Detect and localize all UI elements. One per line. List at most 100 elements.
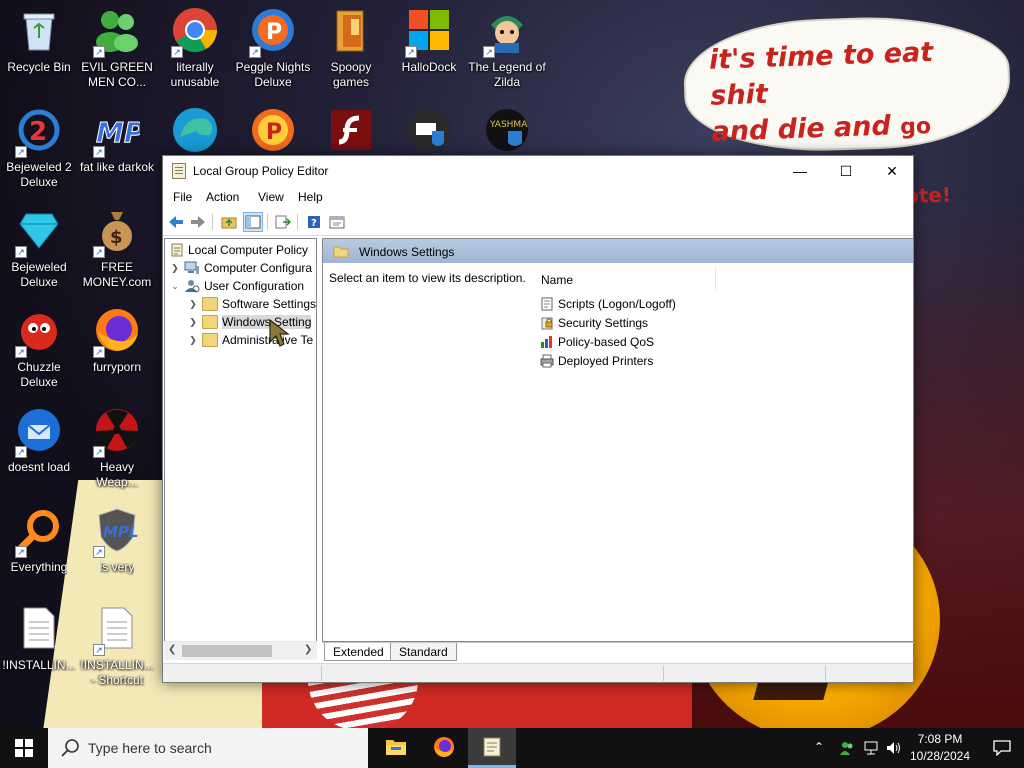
search-placeholder: Type here to search [88, 740, 212, 756]
back-arrow-icon[interactable] [166, 212, 186, 232]
desktop-icon-legend-of-zilda[interactable]: ↗ The Legend of Zilda [468, 0, 546, 92]
desktop-icon-doesnt-load[interactable]: ↗ doesnt load [0, 400, 78, 492]
volume-icon[interactable] [884, 739, 902, 757]
taskbar-search-box[interactable]: Type here to search [48, 728, 368, 768]
help-icon[interactable]: ? [304, 212, 324, 232]
scroll-right-icon[interactable]: ❯ [304, 644, 312, 655]
column-header-name[interactable]: Name [541, 273, 573, 287]
maximize-button[interactable]: ☐ [823, 156, 869, 186]
scroll-thumb[interactable] [182, 645, 272, 657]
chrome-icon: ↗ [171, 6, 219, 58]
network-icon[interactable] [862, 739, 880, 757]
chevron-right-icon[interactable]: ❯ [187, 295, 199, 313]
taskbar-firefox[interactable] [420, 728, 468, 768]
desktop-icon-recycle-bin[interactable]: Recycle Bin [0, 0, 78, 92]
desktop-icon-installing-shortcut[interactable]: ↗ !INSTALLIN... - Shortcut [78, 598, 156, 690]
yashma-logo-text: YASHMA [489, 120, 528, 130]
detail-header-title: Windows Settings [359, 245, 455, 259]
chevron-right-icon[interactable]: ❯ [187, 331, 199, 349]
notification-center-button[interactable] [980, 728, 1024, 768]
desktop-icon-peggle-nights[interactable]: P ↗ Peggle Nights Deluxe [234, 0, 312, 92]
list-item-security-settings[interactable]: Security Settings [540, 313, 648, 332]
detail-pane[interactable]: Windows Settings Select an item to view … [322, 238, 914, 642]
list-item-scripts[interactable]: Scripts (Logon/Logoff) [540, 294, 676, 313]
list-item-deployed-printers[interactable]: Deployed Printers [540, 351, 653, 370]
tree-label: User Configuration [204, 279, 305, 293]
desktop-icon-hallodock[interactable]: ↗ HalloDock [390, 0, 468, 92]
desktop-icon-evil-green-men[interactable]: ↗ EVIL GREEN MEN CO... [78, 0, 156, 92]
start-button[interactable] [0, 728, 48, 768]
desktop-icon-chuzzle[interactable]: ↗ Chuzzle Deluxe [0, 300, 78, 392]
clock-date: 10/28/2024 [909, 749, 971, 763]
desktop-icon-label: !INSTALLIN... - Shortcut [80, 658, 154, 687]
minimize-button[interactable]: — [777, 156, 823, 186]
chevron-right-icon[interactable]: ❯ [169, 259, 181, 277]
group-policy-editor-window[interactable]: Local Group Policy Editor — ☐ ✕ File Act… [162, 155, 914, 683]
tree-pane[interactable]: Local Computer Policy ❯ Computer Configu… [164, 238, 317, 660]
desktop-icon-label: Recycle Bin [7, 60, 71, 74]
title-bar[interactable]: Local Group Policy Editor — ☐ ✕ [163, 156, 913, 186]
chevron-up-icon[interactable]: ⌃ [814, 740, 824, 754]
desktop-icon-literally-unusable[interactable]: ↗ literally unusable [156, 0, 234, 92]
list-item-policy-based-qos[interactable]: Policy-based QoS [540, 332, 654, 351]
chevron-down-icon[interactable]: ⌄ [169, 277, 181, 295]
column-header[interactable]: Name [541, 267, 913, 291]
taskbar-file-explorer[interactable] [372, 728, 420, 768]
shortcut-arrow-icon: ↗ [15, 146, 27, 158]
speech-bubble: it's time to eat shit and die and go tri… [681, 12, 1013, 215]
shortcut-arrow-icon: ↗ [15, 546, 27, 558]
up-folder-icon[interactable] [219, 212, 239, 232]
recycle-bin-icon [15, 6, 63, 54]
shortcut-arrow-icon: ↗ [93, 346, 105, 358]
windows-logo-icon: ↗ [405, 6, 453, 58]
menu-help[interactable]: Help [298, 190, 323, 204]
tree-item-administrative-templates[interactable]: ❯ Administrative Te [187, 331, 313, 349]
desktop-icon-bejeweled[interactable]: ↗ Bejeweled Deluxe [0, 200, 78, 292]
tree-item-local-computer-policy[interactable]: Local Computer Policy [167, 241, 308, 259]
desktop-icon-installing-1[interactable]: !INSTALLIN... [0, 598, 78, 690]
properties-icon[interactable] [327, 212, 347, 232]
desktop-icon-fat-like-darkok[interactable]: MPL ↗ fat like darkok [78, 100, 156, 192]
yashma-icon: YASHMA [483, 106, 531, 154]
list-item-label: Scripts (Logon/Logoff) [558, 296, 676, 311]
menu-file[interactable]: File [173, 190, 192, 204]
export-list-icon[interactable] [273, 212, 293, 232]
diamond-icon: ↗ [15, 206, 63, 258]
status-bar [163, 663, 913, 682]
menu-action[interactable]: Action [206, 190, 239, 204]
desktop-icon-free-money[interactable]: $ ↗ FREE MONEY.com [78, 200, 156, 292]
desktop-icon-is-very[interactable]: MPL ↗ is very [78, 500, 156, 592]
tree-item-software-settings[interactable]: ❯ Software Settings [187, 295, 316, 313]
desktop-icon-bejeweled-2[interactable]: 2 ↗ Bejeweled 2 Deluxe [0, 100, 78, 192]
tab-extended[interactable]: Extended [324, 643, 393, 661]
desktop-icon-spoopy-games[interactable]: Spoopy games [312, 0, 390, 92]
menu-view[interactable]: View [258, 190, 284, 204]
user-icon [184, 279, 200, 293]
tab-standard[interactable]: Standard [390, 643, 457, 661]
chevron-right-icon[interactable]: ❯ [187, 313, 199, 331]
taskbar-clock[interactable]: 7:08 PM 10/28/2024 [906, 731, 974, 765]
taskbar-group-policy-editor[interactable] [468, 728, 516, 768]
shortcut-arrow-icon: ↗ [405, 46, 417, 58]
shortcut-arrow-icon: ↗ [93, 146, 105, 158]
show-hide-tree-icon[interactable] [243, 212, 263, 232]
character-icon: ↗ [483, 6, 531, 58]
desktop-icon-furryporn[interactable]: ↗ furryporn [78, 300, 156, 392]
svg-text:?: ? [311, 218, 317, 229]
document-icon [15, 604, 63, 652]
tree-item-user-configuration[interactable]: ⌄ User Configuration [169, 277, 304, 295]
column-separator[interactable] [715, 267, 716, 291]
network-shield-icon [405, 106, 453, 154]
desktop-icon-everything[interactable]: ↗ Everything [0, 500, 78, 592]
desktop-icon-heavy-weapon[interactable]: ↗ Heavy Weap... [78, 400, 156, 492]
tree-horizontal-scrollbar[interactable]: ❮ ❯ [164, 641, 317, 660]
tree-item-windows-settings[interactable]: ❯ Windows Setting [187, 313, 312, 331]
peggle-icon: P ↗ [249, 6, 297, 58]
money-bag-icon: $ ↗ [93, 206, 141, 258]
people-icon[interactable] [838, 739, 856, 757]
tree-item-computer-configuration[interactable]: ❯ Computer Configura [169, 259, 312, 277]
scroll-left-icon[interactable]: ❮ [168, 644, 176, 655]
close-button[interactable]: ✕ [869, 156, 915, 186]
taskbar: Type here to search ⌃ 7:08 PM 10/28/2024 [0, 728, 1024, 768]
forward-arrow-icon[interactable] [188, 212, 208, 232]
